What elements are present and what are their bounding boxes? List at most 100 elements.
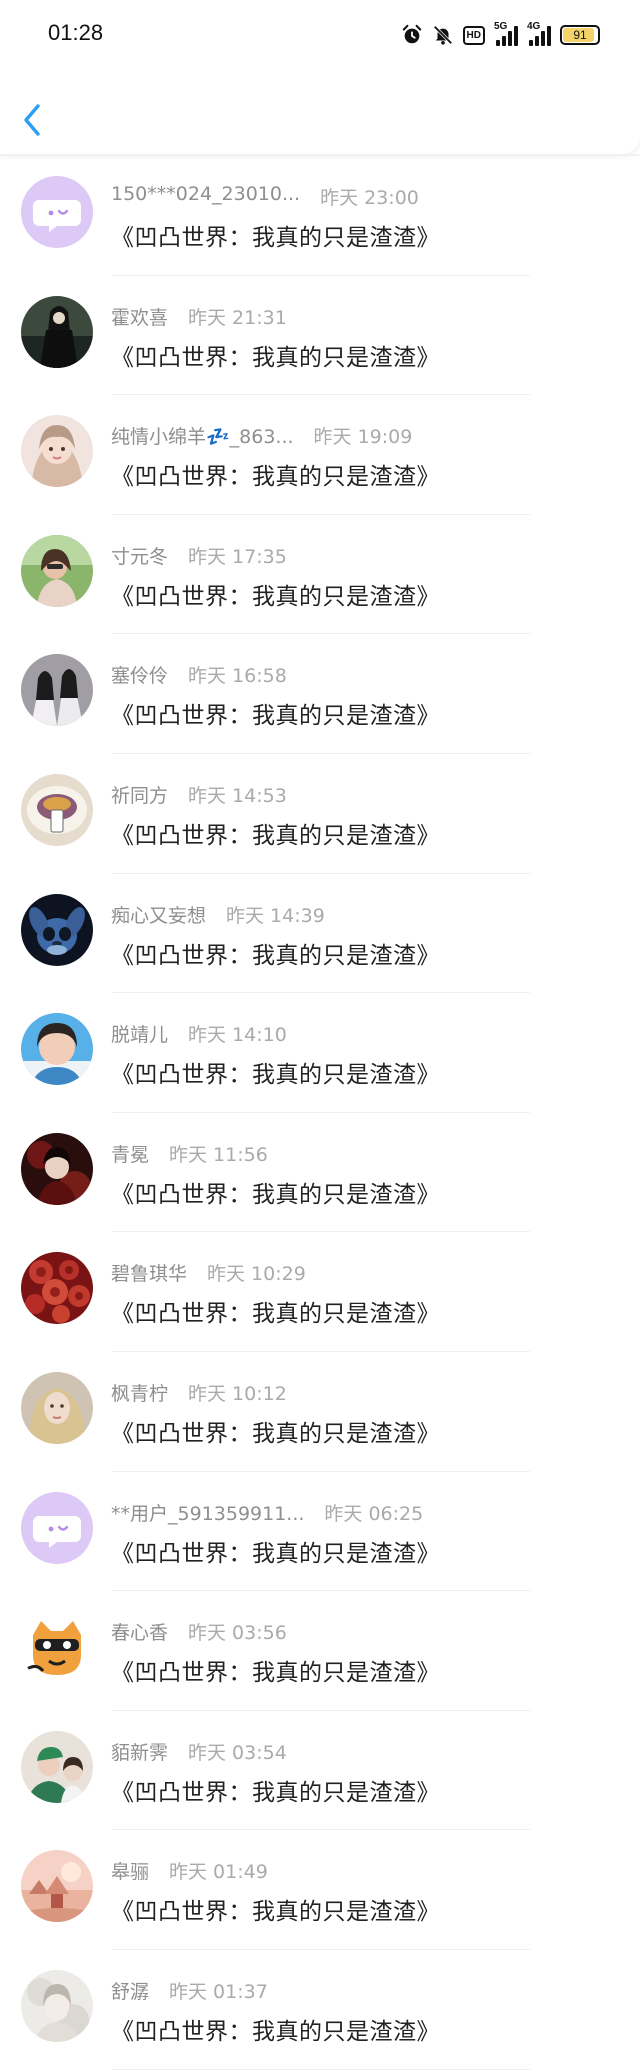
message-text: 《凹凸世界：我真的只是渣渣》 — [111, 344, 440, 371]
avatar[interactable] — [21, 176, 93, 248]
timestamp: 昨天 10:12 — [188, 1382, 287, 1405]
avatar-image — [21, 1730, 93, 1803]
user-name[interactable]: 皋骊 — [111, 1857, 149, 1884]
list-item[interactable]: 脱靖儿 昨天 14:10 《凹凸世界：我真的只是渣渣》 — [0, 993, 640, 1113]
list-item[interactable]: 150***024_23010... 昨天 23:00 《凹凸世界：我真的只是渣渣》 — [0, 156, 640, 276]
item-meta: 祈同方 昨天 14:53 — [111, 781, 287, 808]
avatar-image — [21, 654, 93, 727]
item-meta: 脱靖儿 昨天 14:10 — [111, 1020, 287, 1047]
timestamp: 昨天 03:54 — [188, 1741, 287, 1764]
message-text: 《凹凸世界：我真的只是渣渣》 — [111, 1540, 440, 1567]
timestamp: 昨天 21:31 — [188, 306, 287, 329]
timestamp: 昨天 03:56 — [188, 1622, 287, 1645]
avatar[interactable] — [21, 1371, 93, 1444]
avatar-image — [21, 893, 93, 966]
user-name[interactable]: 150***024_23010... — [111, 183, 300, 210]
avatar[interactable] — [21, 893, 93, 966]
list-item[interactable]: 貊新霁 昨天 03:54 《凹凸世界：我真的只是渣渣》 — [0, 1711, 640, 1831]
item-meta: 纯情小绵羊💤_863... 昨天 19:09 — [111, 422, 412, 449]
message-list: 150***024_23010... 昨天 23:00 《凹凸世界：我真的只是渣渣》… — [0, 156, 640, 2070]
message-text: 《凹凸世界：我真的只是渣渣》 — [111, 583, 440, 610]
list-item[interactable]: 霍欢喜 昨天 21:31 《凹凸世界：我真的只是渣渣》 — [0, 276, 640, 396]
status-bar: 01:28 HD 5G 4G 91 — [0, 0, 640, 70]
user-name[interactable]: 貊新霁 — [111, 1738, 168, 1765]
user-name[interactable]: 塞伶伶 — [111, 661, 168, 688]
list-item[interactable]: 塞伶伶 昨天 16:58 《凹凸世界：我真的只是渣渣》 — [0, 634, 640, 754]
item-meta: 霍欢喜 昨天 21:31 — [111, 303, 287, 330]
list-item[interactable]: 寸元冬 昨天 17:35 《凹凸世界：我真的只是渣渣》 — [0, 515, 640, 635]
hd-icon: HD — [462, 25, 485, 45]
user-name[interactable]: 纯情小绵羊💤_863... — [111, 422, 294, 449]
avatar[interactable] — [21, 1252, 93, 1325]
user-name[interactable]: 青冕 — [111, 1140, 149, 1167]
message-text: 《凹凸世界：我真的只是渣渣》 — [111, 2018, 440, 2045]
list-item[interactable]: 枫青柠 昨天 10:12 《凹凸世界：我真的只是渣渣》 — [0, 1352, 640, 1472]
avatar[interactable] — [21, 1132, 93, 1205]
message-text: 《凹凸世界：我真的只是渣渣》 — [111, 1660, 440, 1687]
user-name[interactable]: **用户_591359911... — [111, 1499, 304, 1526]
battery-icon: 91 — [560, 25, 600, 45]
message-text: 《凹凸世界：我真的只是渣渣》 — [111, 1420, 440, 1447]
avatar[interactable] — [21, 1013, 93, 1086]
avatar-image — [21, 534, 93, 607]
user-name[interactable]: 舒潺 — [111, 1977, 149, 2004]
item-meta: 寸元冬 昨天 17:35 — [111, 542, 287, 569]
message-text: 《凹凸世界：我真的只是渣渣》 — [111, 942, 440, 969]
alarm-icon — [402, 24, 421, 44]
avatar-image — [21, 1611, 93, 1684]
timestamp: 昨天 14:53 — [188, 784, 287, 807]
list-item[interactable]: 痴心又妄想 昨天 14:39 《凹凸世界：我真的只是渣渣》 — [0, 874, 640, 994]
avatar-image — [21, 1850, 93, 1923]
timestamp: 昨天 23:00 — [320, 187, 419, 209]
avatar[interactable] — [21, 1850, 93, 1923]
avatar[interactable] — [21, 1969, 93, 2042]
avatar[interactable] — [21, 654, 93, 727]
avatar[interactable] — [21, 295, 93, 368]
item-meta: 春心香 昨天 03:56 — [111, 1618, 287, 1645]
message-text: 《凹凸世界：我真的只是渣渣》 — [111, 1779, 440, 1806]
user-name[interactable]: 碧鲁琪华 — [111, 1259, 187, 1286]
list-item[interactable]: 春心香 昨天 03:56 《凹凸世界：我真的只是渣渣》 — [0, 1591, 640, 1711]
user-name[interactable]: 痴心又妄想 — [111, 901, 206, 928]
item-meta: **用户_591359911... 昨天 06:25 — [111, 1499, 423, 1526]
avatar[interactable] — [21, 1730, 93, 1803]
item-meta: 痴心又妄想 昨天 14:39 — [111, 901, 325, 928]
user-name[interactable]: 霍欢喜 — [111, 303, 168, 330]
message-text: 《凹凸世界：我真的只是渣渣》 — [111, 225, 440, 251]
message-text: 《凹凸世界：我真的只是渣渣》 — [111, 464, 440, 491]
user-name[interactable]: 春心香 — [111, 1618, 168, 1645]
user-name[interactable]: 脱靖儿 — [111, 1020, 168, 1047]
user-name[interactable]: 枫青柠 — [111, 1379, 168, 1406]
avatar[interactable] — [21, 1491, 93, 1564]
chevron-left-icon[interactable] — [18, 100, 48, 140]
list-item[interactable]: 纯情小绵羊💤_863... 昨天 19:09 《凹凸世界：我真的只是渣渣》 — [0, 395, 640, 515]
avatar-image — [21, 773, 93, 846]
avatar-image — [21, 415, 93, 488]
timestamp: 昨天 17:35 — [188, 545, 287, 568]
list-item[interactable]: 皋骊 昨天 01:49 《凹凸世界：我真的只是渣渣》 — [0, 1830, 640, 1950]
list-item[interactable]: 碧鲁琪华 昨天 10:29 《凹凸世界：我真的只是渣渣》 — [0, 1232, 640, 1352]
item-meta: 塞伶伶 昨天 16:58 — [111, 661, 287, 688]
user-name[interactable]: 寸元冬 — [111, 542, 168, 569]
status-time: 01:28 — [48, 20, 104, 45]
list-item[interactable]: 青冕 昨天 11:56 《凹凸世界：我真的只是渣渣》 — [0, 1113, 640, 1233]
list-item[interactable]: **用户_591359911... 昨天 06:25 《凹凸世界：我真的只是渣渣》 — [0, 1472, 640, 1592]
avatar-image — [21, 1252, 93, 1325]
avatar[interactable] — [21, 773, 93, 846]
item-meta: 貊新霁 昨天 03:54 — [111, 1738, 287, 1765]
message-text: 《凹凸世界：我真的只是渣渣》 — [111, 1062, 440, 1089]
avatar[interactable] — [21, 415, 93, 488]
list-item[interactable]: 祈同方 昨天 14:53 《凹凸世界：我真的只是渣渣》 — [0, 754, 640, 874]
item-meta: 青冕 昨天 11:56 — [111, 1140, 268, 1167]
avatar[interactable] — [21, 1611, 93, 1684]
timestamp: 昨天 11:56 — [169, 1143, 268, 1166]
timestamp: 昨天 14:10 — [188, 1024, 287, 1047]
list-item[interactable]: 舒潺 昨天 01:37 《凹凸世界：我真的只是渣渣》 — [0, 1950, 640, 2070]
user-name[interactable]: 祈同方 — [111, 781, 168, 808]
avatar[interactable] — [21, 534, 93, 607]
avatar-image — [21, 1132, 93, 1205]
avatar-image — [21, 1969, 93, 2042]
message-text: 《凹凸世界：我真的只是渣渣》 — [111, 1899, 440, 1926]
avatar-image — [21, 295, 93, 368]
signal-4g-icon: 4G — [527, 21, 551, 46]
